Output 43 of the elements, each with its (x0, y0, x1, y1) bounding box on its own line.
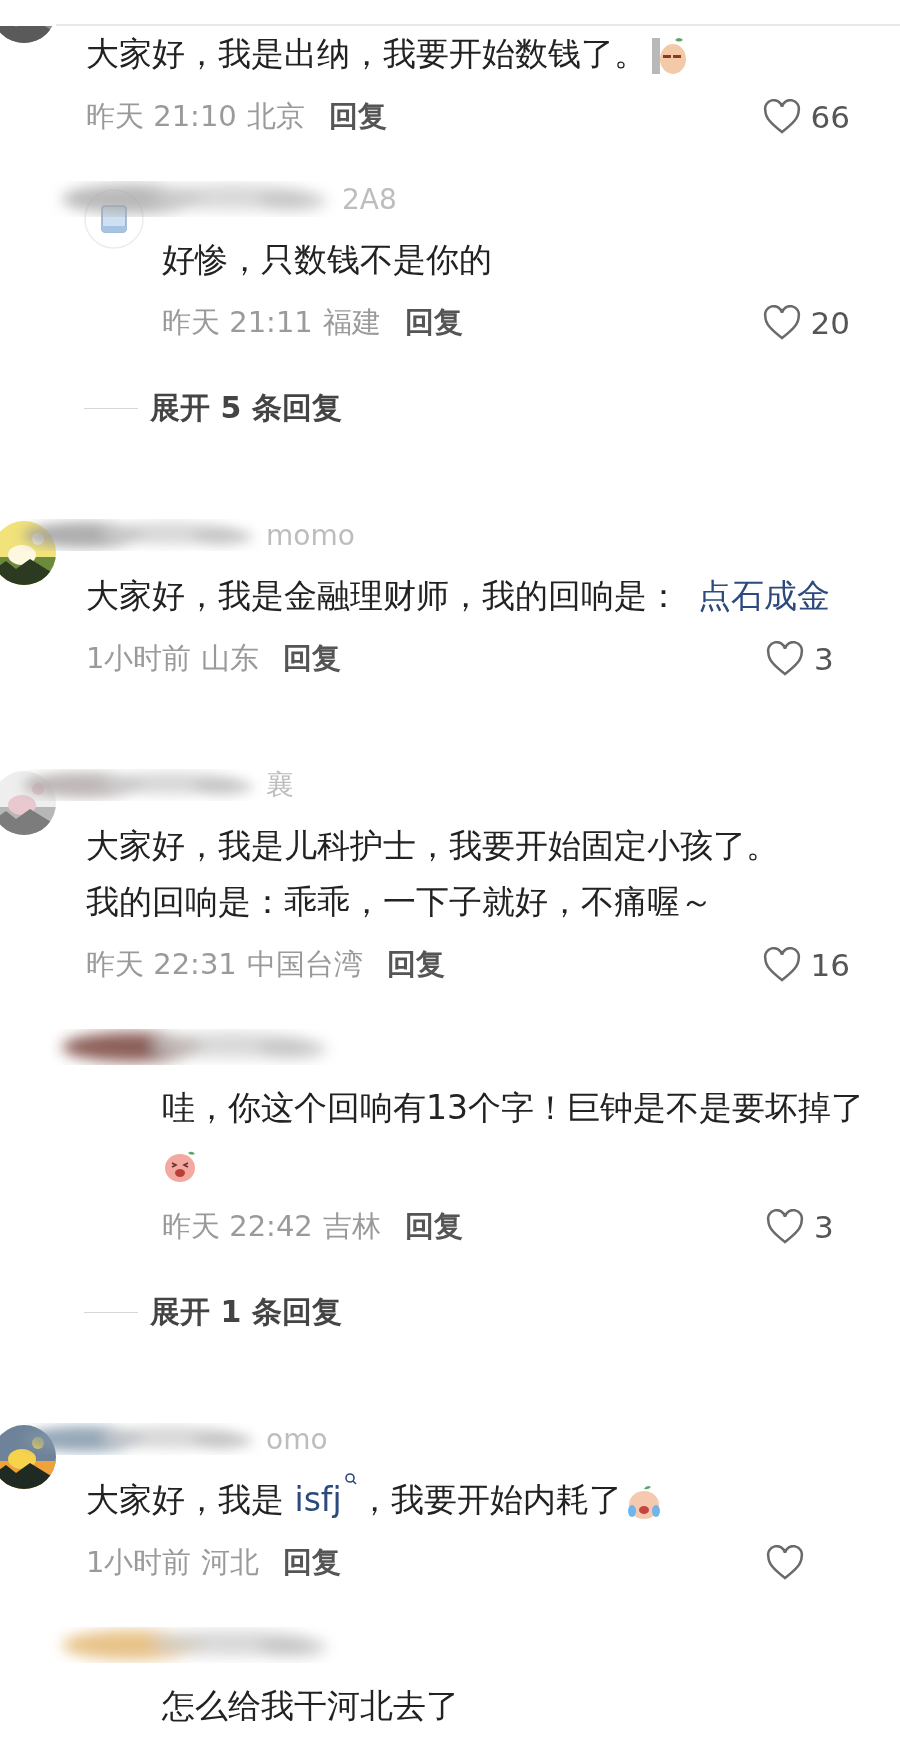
like-count: 20 (810, 305, 850, 341)
comment-location: 中国台湾 (246, 946, 363, 983)
search-link[interactable]: isfj (294, 1472, 358, 1528)
comment-time: 昨天 21:11 (162, 304, 313, 341)
comment-text: 大家好，我是儿科护士，我要开始固定小孩了。 (86, 826, 779, 865)
comment-location: 福建 (322, 304, 381, 341)
comment-text: 我的回响是：乖乖，一下子就好，不痛喔～ (86, 882, 713, 921)
reply-button[interactable]: 回复 (404, 1207, 463, 1247)
comment-text: 哇，你这个回响有13个字！巨钟是不是要坏掉了 (162, 1088, 864, 1127)
like-count: 3 (814, 1209, 835, 1245)
heart-icon[interactable] (766, 641, 804, 677)
comment-text: 大家好，我是 (86, 1480, 285, 1519)
comment-time: 1小时前 (86, 1544, 192, 1581)
heart-icon[interactable] (766, 1545, 804, 1581)
comment-location: 北京 (246, 98, 305, 135)
like-count: 16 (810, 947, 850, 983)
comment-text: 大家好，我是出纳，我要开始数钱了。 (86, 34, 647, 73)
comment-time: 昨天 22:42 (162, 1208, 313, 1245)
reply-button[interactable]: 回复 (283, 639, 342, 679)
heart-icon[interactable] (762, 99, 801, 135)
heart-icon[interactable] (766, 1209, 804, 1245)
reply-button[interactable]: 回复 (328, 97, 387, 137)
comment-text: ，我要开始内耗了 (357, 1480, 622, 1519)
like-count: 66 (810, 99, 850, 135)
comment-location: 吉林 (322, 1208, 381, 1245)
comment-text: 大家好，我是金融理财师，我的回响是： (86, 576, 680, 615)
comment-time: 昨天 21:10 (86, 98, 237, 135)
topic-link[interactable]: 点石成金 (698, 576, 830, 615)
like-count: 3 (814, 641, 835, 677)
reply-button[interactable]: 回复 (283, 1543, 342, 1583)
comment-text: 怎么给我干河北去了 (162, 1686, 459, 1725)
heart-icon[interactable] (762, 947, 801, 983)
comment-location: 河北 (201, 1544, 260, 1581)
expand-replies-button[interactable]: 展开 5 条回复 (150, 387, 342, 429)
heart-icon[interactable] (762, 305, 801, 341)
potato-sticker-icon (651, 35, 689, 76)
reply-button[interactable]: 回复 (386, 945, 445, 985)
expand-replies-button[interactable]: 展开 1 条回复 (150, 1291, 342, 1333)
comment-time: 昨天 22:31 (86, 946, 237, 983)
comment-time: 1小时前 (86, 640, 192, 677)
reply-button[interactable]: 回复 (404, 303, 463, 343)
comment-location: 山东 (201, 640, 260, 677)
comment-text: 好惨，只数钱不是你的 (162, 240, 492, 279)
